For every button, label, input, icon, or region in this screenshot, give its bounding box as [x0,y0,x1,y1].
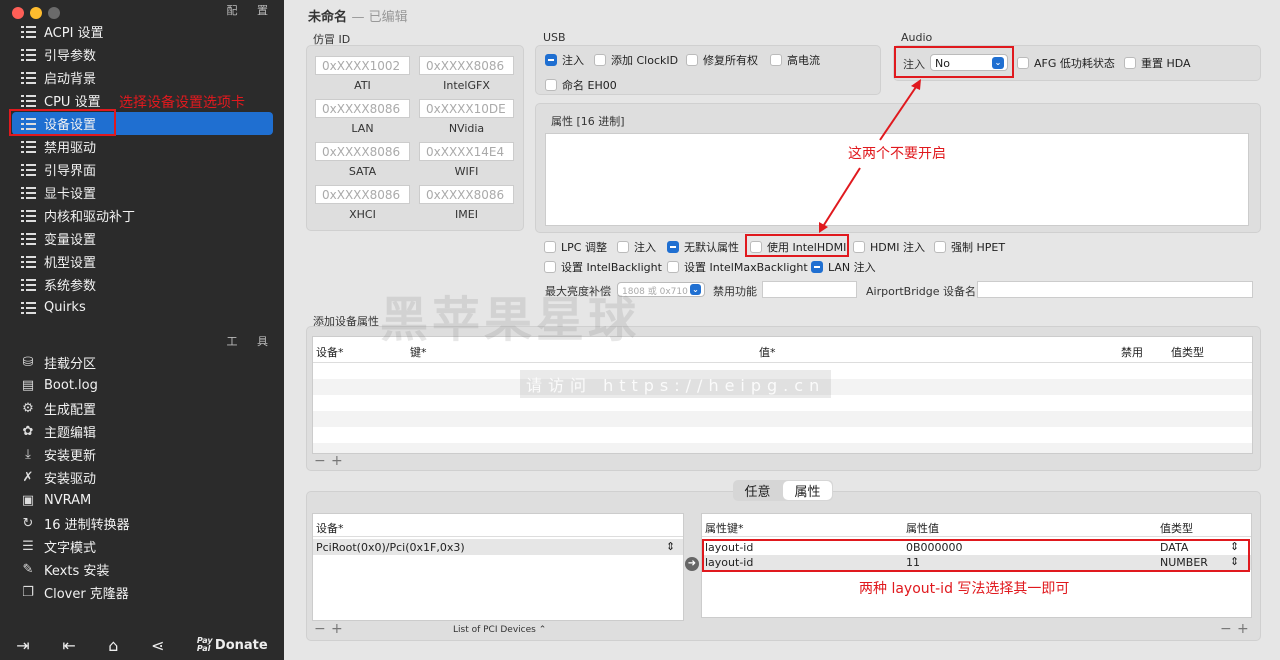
arrow-to-audio [879,83,919,141]
annotation-arrows [819,79,921,233]
arrowhead-intelhdmi [819,222,828,233]
arrow-to-intelhdmi [821,167,861,229]
